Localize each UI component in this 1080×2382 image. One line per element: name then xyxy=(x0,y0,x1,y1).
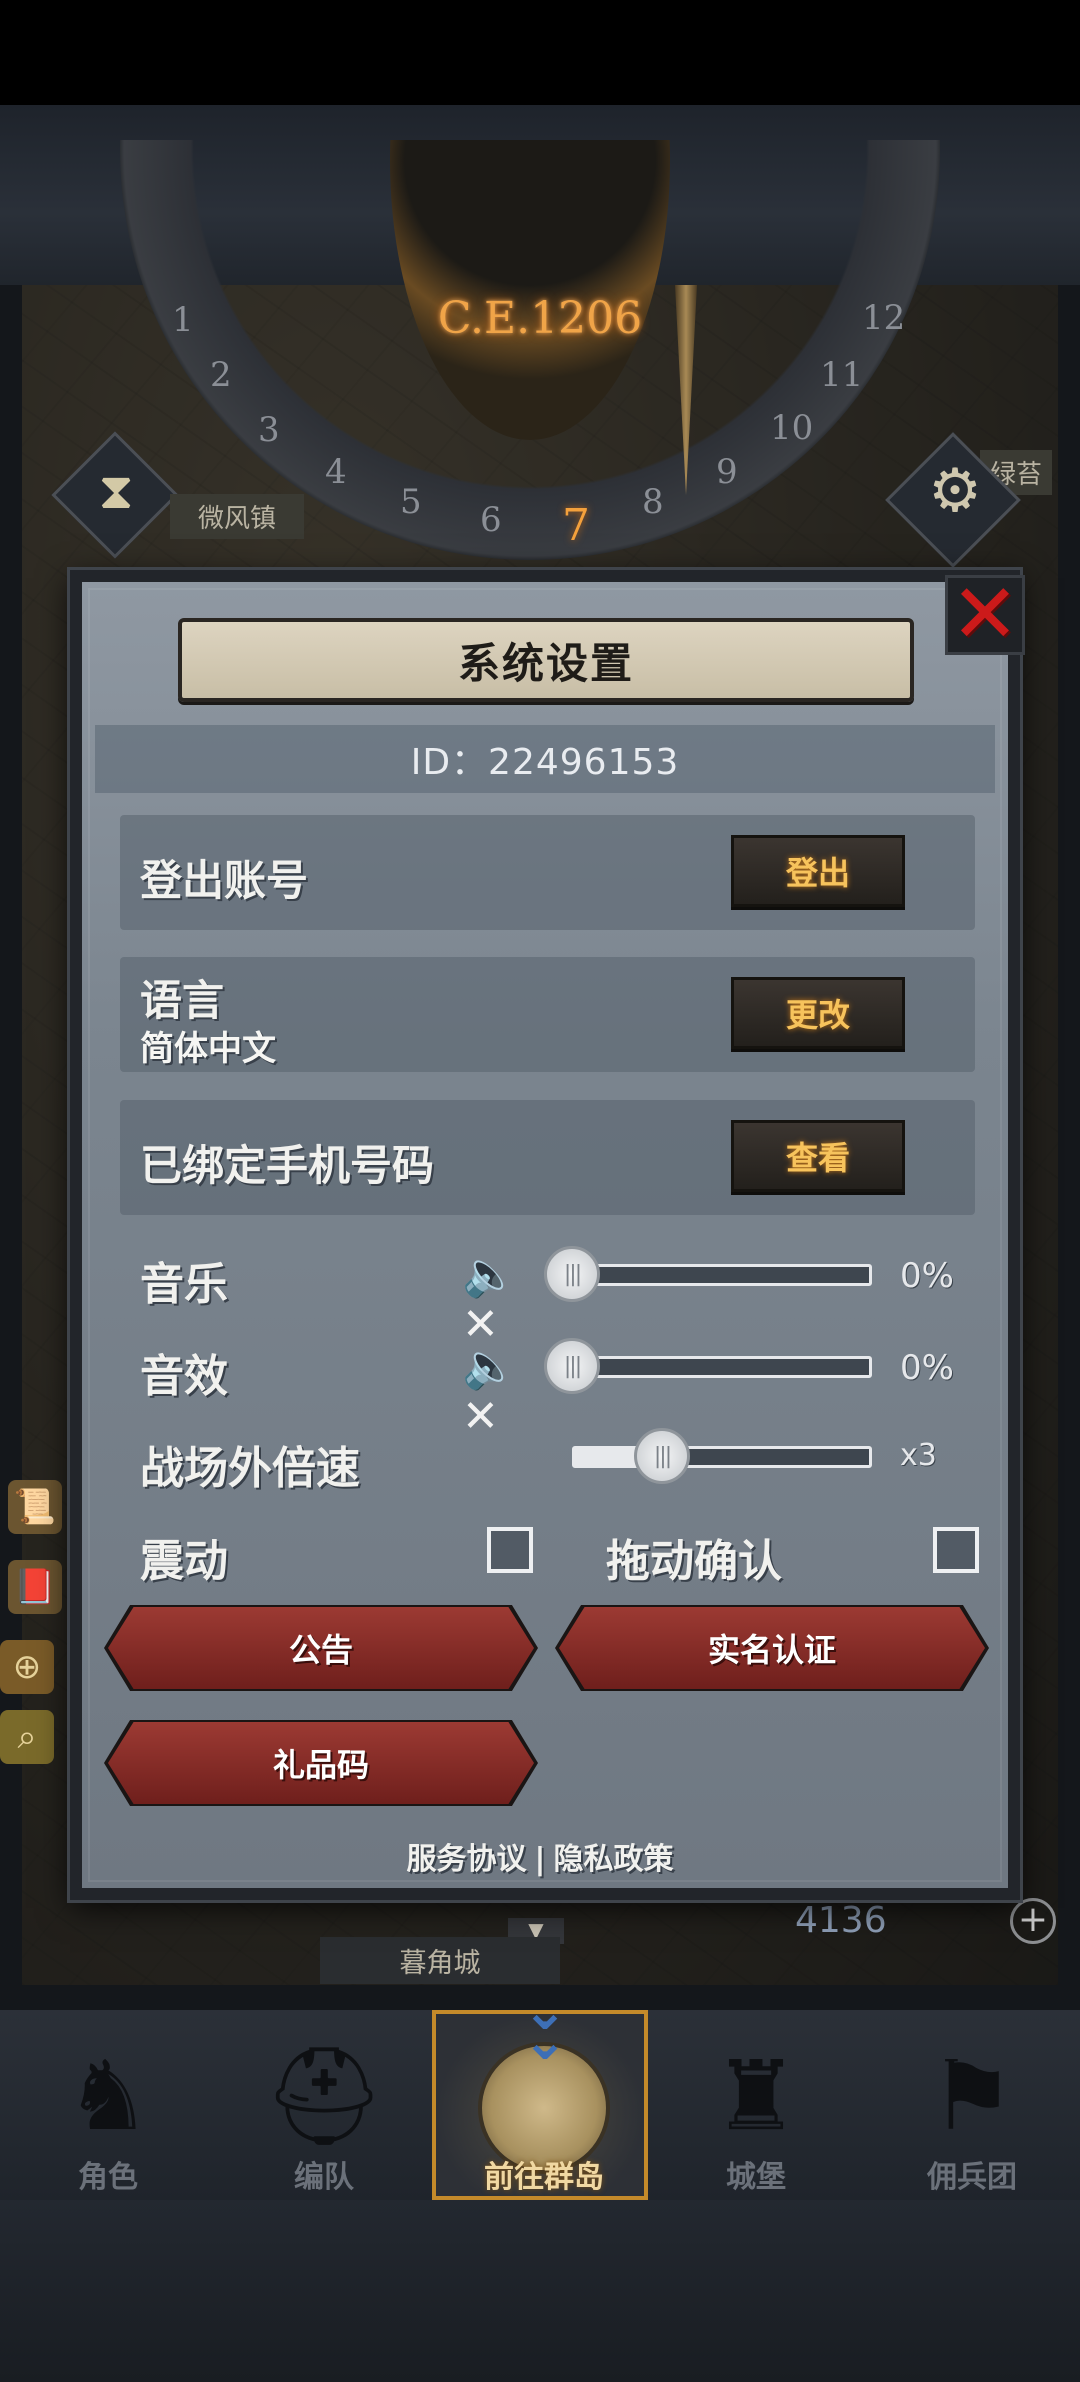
real-name-label: 实名认证 xyxy=(707,1631,836,1669)
dial-number: 11 xyxy=(820,355,864,395)
link-separator: | xyxy=(534,1842,546,1877)
compass-icon[interactable]: ⊕ xyxy=(0,1640,54,1694)
drag-confirm-label: 拖动确认 xyxy=(606,1536,782,1587)
dial-number: 10 xyxy=(770,408,814,448)
banner-icon: ⚑ xyxy=(928,2040,1016,2152)
logout-label: 登出账号 xyxy=(140,856,309,905)
drag-confirm-checkbox[interactable] xyxy=(933,1527,979,1573)
dial-number: 8 xyxy=(642,482,664,522)
knight-icon: ♞ xyxy=(64,2040,152,2152)
sfx-slider[interactable] xyxy=(572,1356,872,1378)
gear-icon: ⚙ xyxy=(928,456,982,526)
nav-item-islands[interactable]: ⌄ ⌄ 前往群岛 xyxy=(432,1984,648,2200)
music-label: 音乐 xyxy=(140,1259,228,1310)
dialog-title: 系统设置 xyxy=(457,638,634,688)
sfx-label: 音效 xyxy=(140,1351,228,1402)
nav-item-character[interactable]: ♞ 角色 xyxy=(0,2010,216,2200)
nav-item-castle[interactable]: ♜ 城堡 xyxy=(648,2010,864,2200)
gift-code-button[interactable]: 礼品码 xyxy=(108,1722,534,1804)
sfx-slider-thumb[interactable]: ||| xyxy=(544,1338,600,1394)
vibration-label: 震动 xyxy=(140,1536,228,1587)
scroll-icon[interactable]: 📜 xyxy=(8,1480,62,1534)
dial-number: 12 xyxy=(862,298,906,338)
nav-label: 编队 xyxy=(294,2160,354,2195)
speed-label: 战场外倍速 xyxy=(140,1443,360,1494)
dial-number: 9 xyxy=(716,452,738,492)
hourglass-icon: ⧗ xyxy=(98,462,134,520)
dial-number: 5 xyxy=(400,482,422,522)
view-phone-label: 查看 xyxy=(785,1139,850,1177)
dialog-title-banner: 系统设置 xyxy=(178,618,914,702)
sfx-value: 0% xyxy=(900,1348,954,1388)
announcement-button[interactable]: 公告 xyxy=(108,1607,534,1689)
speed-slider-thumb[interactable]: ||| xyxy=(634,1428,690,1484)
mute-icon[interactable]: 🔈✕ xyxy=(462,1342,532,1442)
language-value: 简体中文 xyxy=(140,1029,276,1069)
add-currency-button[interactable]: + xyxy=(1010,1898,1056,1944)
dial-number: 4 xyxy=(325,452,347,492)
vibration-checkbox[interactable] xyxy=(487,1527,533,1573)
player-id: ID：22496153 xyxy=(410,742,680,783)
book-icon[interactable]: 📕 xyxy=(8,1560,62,1614)
view-phone-button[interactable]: 查看 xyxy=(731,1120,905,1192)
gift-code-label: 礼品码 xyxy=(272,1746,369,1784)
logout-button-label: 登出 xyxy=(785,854,850,892)
nav-footer-band xyxy=(0,2200,1080,2382)
town-label: 微风镇 xyxy=(170,494,305,539)
nav-label: 前往群岛 xyxy=(484,2160,604,2195)
change-language-button[interactable]: 更改 xyxy=(731,977,905,1049)
phone-row: 已绑定手机号码 查看 xyxy=(120,1100,975,1215)
helmet-icon: ⛑ xyxy=(263,2040,385,2152)
phone-label: 已绑定手机号码 xyxy=(140,1141,435,1190)
mute-icon[interactable]: 🔈✕ xyxy=(462,1250,532,1350)
language-label: 语言 xyxy=(140,976,225,1025)
change-language-label: 更改 xyxy=(785,996,850,1034)
announcement-label: 公告 xyxy=(288,1631,353,1669)
player-id-strip: ID：22496153 xyxy=(95,725,995,793)
nav-label: 佣兵团 xyxy=(927,2160,1017,2195)
dial-number: 2 xyxy=(210,355,232,395)
dial-number: 3 xyxy=(258,410,280,450)
nav-label: 角色 xyxy=(78,2160,138,2195)
dial-number-current: 7 xyxy=(562,500,590,551)
speed-value: x3 xyxy=(900,1438,937,1473)
privacy-link[interactable]: 隐私政策 xyxy=(553,1842,673,1877)
language-row: 语言 简体中文 更改 xyxy=(120,957,975,1072)
currency-counter: 4136 xyxy=(795,1900,887,1941)
dial-number: 1 xyxy=(172,300,194,340)
close-icon: ✕ xyxy=(950,567,1020,662)
music-slider[interactable] xyxy=(572,1264,872,1286)
era-year: C.E.1206 xyxy=(437,293,643,344)
city-label: 暮角城 xyxy=(320,1937,560,1984)
nav-item-mercenaries[interactable]: ⚑ 佣兵团 xyxy=(864,2010,1080,2200)
music-value: 0% xyxy=(900,1256,954,1296)
real-name-button[interactable]: 实名认证 xyxy=(559,1607,985,1689)
close-button[interactable]: ✕ xyxy=(945,567,1025,662)
speed-slider[interactable] xyxy=(572,1446,872,1468)
logout-button[interactable]: 登出 xyxy=(731,835,905,907)
chevron-down-icon: ⌄ ⌄ xyxy=(522,1979,568,2072)
status-area xyxy=(0,0,1080,105)
logout-row: 登出账号 登出 xyxy=(120,815,975,930)
search-icon[interactable]: ⌕ xyxy=(0,1710,54,1764)
music-slider-thumb[interactable]: ||| xyxy=(544,1246,600,1302)
nav-label: 城堡 xyxy=(726,2160,786,2195)
nav-item-formation[interactable]: ⛑ 编队 xyxy=(216,2010,432,2200)
dial-number: 6 xyxy=(480,500,502,540)
castle-icon: ♜ xyxy=(712,2040,800,2152)
footer-links: 服务协议 | 隐私政策 xyxy=(330,1834,750,1878)
terms-link[interactable]: 服务协议 xyxy=(407,1842,527,1877)
